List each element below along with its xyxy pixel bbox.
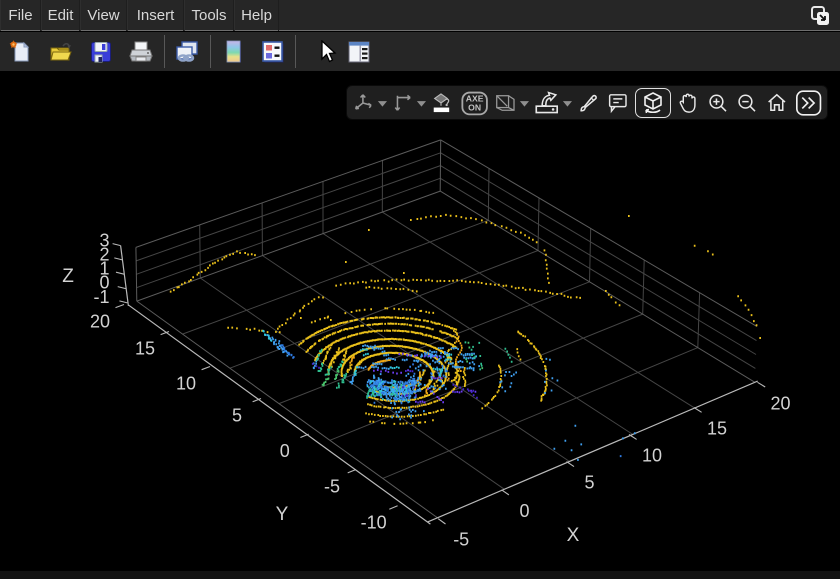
- svg-text:20: 20: [90, 312, 110, 332]
- svg-text:10: 10: [176, 374, 196, 394]
- svg-text:0: 0: [280, 441, 290, 461]
- svg-text:Z: Z: [62, 266, 74, 287]
- svg-text:20: 20: [770, 393, 790, 413]
- svg-text:15: 15: [135, 339, 155, 359]
- svg-text:-1: -1: [93, 287, 109, 307]
- svg-text:-5: -5: [324, 477, 340, 497]
- svg-text:X: X: [567, 525, 580, 546]
- svg-text:0: 0: [519, 501, 529, 521]
- svg-text:15: 15: [707, 419, 727, 439]
- svg-text:ON: ON: [468, 102, 481, 112]
- svg-text:5: 5: [232, 406, 242, 426]
- svg-text:Y: Y: [276, 504, 289, 525]
- svg-text:10: 10: [642, 446, 662, 466]
- svg-text:-5: -5: [453, 530, 469, 550]
- svg-text:5: 5: [584, 473, 594, 493]
- svg-text:-10: -10: [361, 513, 387, 533]
